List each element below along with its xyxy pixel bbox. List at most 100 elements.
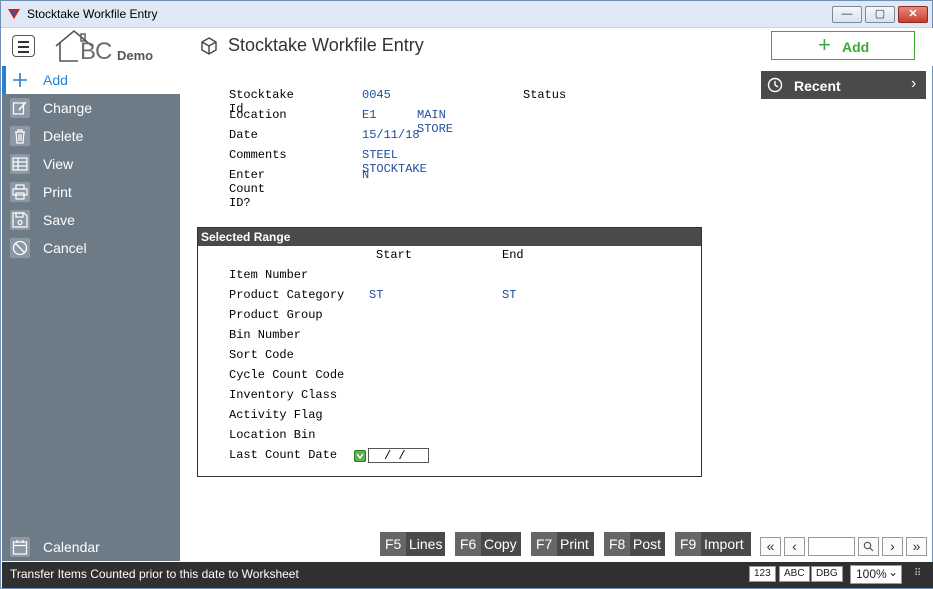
sidebar-item-cancel[interactable]: Cancel: [2, 234, 180, 262]
f5-lines-button[interactable]: F5 Lines: [380, 532, 445, 556]
debug-mode-badge[interactable]: DBG: [811, 566, 843, 582]
company-logo: BC Demo: [52, 28, 162, 65]
range-row-label: Cycle Count Code: [229, 368, 345, 382]
chevron-down-icon: ⌄: [888, 565, 899, 579]
sidebar-item-view[interactable]: View: [2, 150, 180, 178]
chevron-right-icon: ›: [890, 538, 895, 554]
last-page-button[interactable]: »: [906, 537, 927, 556]
f6-copy-button[interactable]: F6 Copy: [455, 532, 521, 556]
date-label: Date: [229, 128, 258, 142]
range-row-label: Product Group: [229, 308, 323, 322]
last-count-date-value: / /: [384, 449, 406, 463]
start-column-header: Start: [376, 248, 413, 262]
fkey-code: F7: [531, 532, 558, 556]
calendar-icon: [10, 537, 30, 557]
enter-count-id-field[interactable]: N: [362, 168, 369, 182]
active-indicator: [2, 66, 6, 94]
application-window: Stocktake Workfile Entry — ▢ ✕ BC Demo S…: [0, 0, 933, 589]
hamburger-line: [18, 51, 29, 53]
date-picker-icon[interactable]: [354, 450, 366, 462]
sidebar-item-label: View: [43, 156, 74, 172]
stocktake-id-field[interactable]: 0045: [362, 88, 391, 102]
f7-print-button[interactable]: F7 Print: [531, 532, 594, 556]
range-row-label: Activity Flag: [229, 408, 323, 422]
range-row-label: Sort Code: [229, 348, 294, 362]
maximize-button[interactable]: ▢: [865, 6, 895, 23]
sidebar-item-print[interactable]: Print: [2, 178, 180, 206]
sidebar-item-label: Delete: [43, 128, 84, 144]
chevron-left-icon: ‹: [792, 538, 797, 554]
sidebar-item-calendar[interactable]: Calendar: [2, 533, 180, 561]
numeric-mode-badge[interactable]: 123: [749, 566, 776, 582]
sidebar-item-add[interactable]: Add: [2, 66, 180, 94]
location-name: MAIN STORE: [417, 108, 454, 136]
f9-import-button[interactable]: F9 Import: [675, 532, 751, 556]
selected-range-panel: Selected Range Start End Item Number Pro…: [197, 227, 702, 477]
fkey-label: Post: [633, 536, 662, 552]
sidebar-item-change[interactable]: Change: [2, 94, 180, 122]
recent-panel-button[interactable]: Recent ›: [761, 71, 926, 99]
range-row-label: Last Count Date: [229, 448, 338, 462]
plus-icon: +: [818, 32, 831, 57]
hamburger-line: [18, 41, 29, 43]
range-row-label: Item Number: [229, 268, 309, 282]
logo-text: BC: [80, 38, 112, 65]
date-field[interactable]: 15/11/18: [362, 128, 420, 142]
last-count-date-input[interactable]: / /: [368, 448, 429, 463]
add-button-label: Add: [842, 39, 870, 55]
range-row-label: Bin Number: [229, 328, 302, 342]
fkey-label: Lines: [409, 536, 443, 552]
resize-grip-icon[interactable]: ⠿: [914, 568, 921, 579]
range-row-label: Product Category: [229, 288, 345, 302]
search-page-button[interactable]: [858, 537, 879, 556]
add-button[interactable]: + Add: [771, 31, 915, 60]
f8-post-button[interactable]: F8 Post: [604, 532, 665, 556]
app-logo-icon: [8, 9, 20, 19]
product-category-start-field[interactable]: ST: [369, 288, 383, 302]
end-column-header: End: [502, 248, 524, 262]
sidebar-item-label: Print: [43, 184, 72, 200]
sidebar-item-label: Save: [43, 212, 75, 228]
enter-count-id-label: Enter Count ID?: [229, 168, 266, 210]
minimize-button[interactable]: —: [832, 6, 862, 23]
product-category-end-field[interactable]: ST: [502, 288, 516, 302]
close-icon: ✕: [908, 8, 918, 20]
fkey-label: Print: [560, 536, 589, 552]
location-code-field[interactable]: E1: [362, 108, 376, 122]
selected-range-header: Selected Range: [198, 228, 701, 246]
title-bar: Stocktake Workfile Entry — ▢ ✕: [1, 1, 932, 28]
close-button[interactable]: ✕: [898, 6, 928, 23]
printer-icon: [10, 182, 30, 202]
fkey-label: Copy: [484, 536, 517, 552]
app-header: BC Demo Stocktake Workfile Entry + Add: [2, 28, 933, 66]
zoom-select[interactable]: 100% ⌄: [850, 565, 902, 584]
sidebar-item-save[interactable]: Save: [2, 206, 180, 234]
recent-label: Recent: [794, 78, 841, 94]
status-bar: Transfer Items Counted prior to this dat…: [2, 562, 933, 588]
plus-icon: [10, 70, 30, 90]
hamburger-line: [18, 46, 29, 48]
sidebar-item-label: Cancel: [43, 240, 87, 256]
previous-page-button[interactable]: ‹: [784, 537, 805, 556]
sidebar-item-label: Change: [43, 100, 93, 116]
menu-toggle-button[interactable]: [12, 35, 35, 57]
status-label: Status: [523, 88, 567, 102]
selected-range-title: Selected Range: [201, 230, 291, 244]
page-number-input[interactable]: [808, 537, 855, 556]
caps-mode-badge[interactable]: ABC: [779, 566, 810, 582]
trash-icon: [10, 126, 30, 146]
fkey-code: F8: [604, 532, 631, 556]
logo-subtext: Demo: [117, 48, 154, 63]
double-chevron-right-icon: »: [912, 538, 921, 554]
edit-icon: [10, 98, 30, 118]
maximize-icon: ▢: [874, 8, 886, 20]
fkey-code: F6: [455, 532, 482, 556]
next-page-button[interactable]: ›: [882, 537, 903, 556]
comments-field[interactable]: STEEL STOCKTAKE: [362, 148, 427, 176]
save-icon: [10, 210, 30, 230]
sidebar-item-delete[interactable]: Delete: [2, 122, 180, 150]
cancel-icon: [10, 238, 30, 258]
first-page-button[interactable]: «: [760, 537, 781, 556]
fkey-label: Import: [704, 536, 744, 552]
table-icon: [10, 154, 30, 174]
